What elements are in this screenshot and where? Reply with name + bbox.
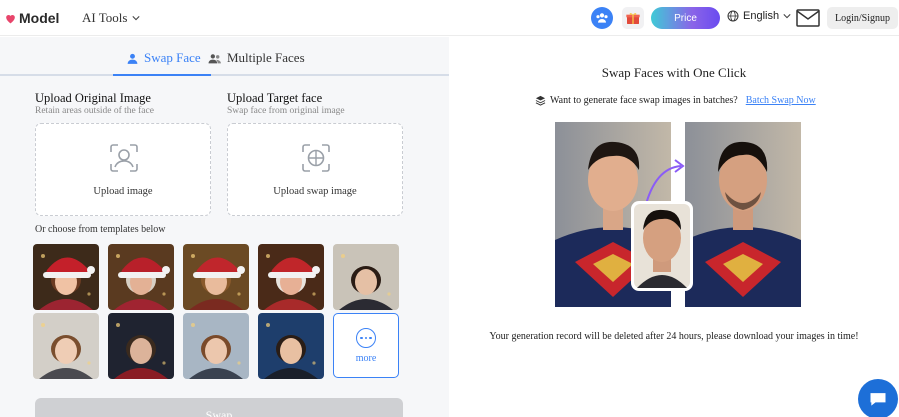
- upload-target-subtitle: Swap face from original image: [227, 106, 345, 116]
- tab-multiple-faces-label: Multiple Faces: [227, 50, 305, 65]
- ai-tools-label: AI Tools: [82, 10, 128, 25]
- active-tab-indicator: [113, 74, 211, 76]
- user-icon: [127, 53, 138, 64]
- chat-support-button[interactable]: [858, 379, 898, 417]
- heart-logo-icon: [6, 14, 15, 23]
- template-wizard-girl[interactable]: [33, 313, 99, 379]
- price-button[interactable]: Price: [651, 7, 720, 29]
- ai-tools-dropdown[interactable]: AI Tools: [82, 10, 141, 26]
- source-face-photo: [631, 201, 693, 291]
- face-target-icon: [302, 144, 330, 172]
- tab-swap-face[interactable]: Swap Face: [126, 50, 201, 66]
- face-scan-icon: [110, 144, 138, 172]
- tabs-divider: [0, 74, 449, 76]
- retention-notice: Your generation record will be deleted a…: [489, 331, 859, 342]
- template-woman-santa-hat[interactable]: [108, 244, 174, 310]
- tab-swap-face-label: Swap Face: [144, 50, 201, 65]
- templates-heading: Or choose from templates below: [35, 224, 166, 235]
- template-girl-santa-hat[interactable]: [33, 244, 99, 310]
- swapped-photo: [685, 122, 801, 307]
- more-dots-icon: [356, 328, 376, 348]
- upload-original-button-label: Upload image: [93, 186, 153, 197]
- editor-panel: Swap Face Multiple Faces Upload Original…: [0, 37, 449, 417]
- upload-original-dropzone[interactable]: Upload image: [35, 123, 211, 216]
- upload-target-button-label: Upload swap image: [273, 186, 357, 197]
- face-swap-demo-image: [555, 122, 801, 307]
- preview-title: Swap Faces with One Click: [601, 65, 747, 80]
- top-nav-bar: Model AI Tools Price English Login/Signu…: [0, 0, 899, 36]
- language-label: English: [743, 10, 780, 22]
- community-button[interactable]: [591, 7, 613, 29]
- batch-promo: Want to generate face swap images in bat…: [535, 95, 816, 106]
- batch-swap-link[interactable]: Batch Swap Now: [746, 95, 816, 106]
- upload-target-section: Upload Target face Swap face from origin…: [227, 91, 403, 216]
- brand-logo[interactable]: Model: [4, 10, 59, 26]
- chat-icon: [870, 393, 886, 406]
- template-school-girl[interactable]: [183, 313, 249, 379]
- chevron-down-icon: [132, 16, 141, 21]
- upload-original-section: Upload Original Image Retain areas outsi…: [35, 91, 211, 216]
- login-signup-button[interactable]: Login/Signup: [827, 7, 898, 29]
- tab-multiple-faces[interactable]: Multiple Faces: [208, 50, 305, 66]
- brand-name: Model: [19, 10, 60, 26]
- more-templates-button[interactable]: more: [333, 313, 399, 378]
- template-santa-elder[interactable]: [258, 244, 324, 310]
- users-icon: [208, 53, 221, 63]
- upload-original-subtitle: Retain areas outside of the face: [35, 106, 154, 116]
- template-wizard-boy[interactable]: [333, 244, 399, 310]
- upload-target-title: Upload Target face: [227, 91, 323, 105]
- template-woman-santa-hat-2[interactable]: [183, 244, 249, 310]
- batch-promo-text: Want to generate face swap images in bat…: [550, 95, 738, 106]
- language-selector[interactable]: English: [727, 10, 791, 22]
- more-templates-label: more: [355, 353, 377, 364]
- preview-panel: Swap Faces with One Click Want to genera…: [449, 37, 899, 417]
- gift-icon: [626, 13, 640, 24]
- template-suit-man[interactable]: [258, 313, 324, 379]
- upload-original-title: Upload Original Image: [35, 91, 151, 105]
- community-icon: [596, 13, 608, 23]
- chevron-down-icon: [783, 14, 791, 19]
- mode-tabs: Swap Face Multiple Faces: [0, 37, 449, 77]
- mail-icon[interactable]: [796, 8, 820, 28]
- swap-button[interactable]: Swap: [35, 398, 403, 417]
- globe-icon: [727, 10, 739, 22]
- upload-target-dropzone[interactable]: Upload swap image: [227, 123, 403, 216]
- layers-icon: [535, 95, 546, 106]
- gift-button[interactable]: [622, 7, 644, 29]
- template-spider-man[interactable]: [108, 313, 174, 379]
